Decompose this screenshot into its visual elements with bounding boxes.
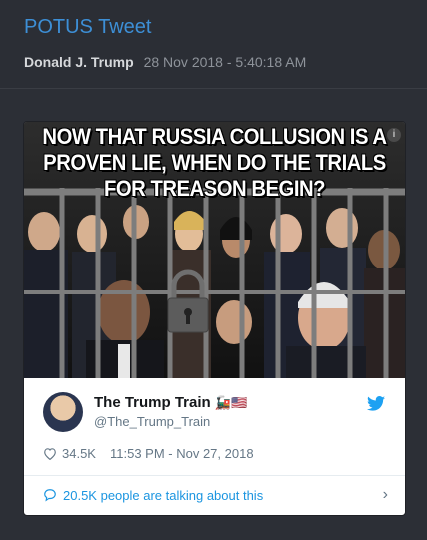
avatar[interactable] xyxy=(43,392,83,432)
twitter-bird-icon[interactable] xyxy=(367,396,385,411)
meme-headline: NOW THAT RUSSIA COLLUSION IS A PROVEN LI… xyxy=(42,124,387,201)
tweet-image[interactable]: NOW THAT RUSSIA COLLUSION IS A PROVEN LI… xyxy=(24,122,405,378)
tweet-embed-body: The Trump Train 🚂🇺🇸 @The_Trump_Train 34.… xyxy=(24,378,405,515)
author-name[interactable]: Donald J. Trump xyxy=(24,54,134,70)
embedded-tweet-card[interactable]: NOW THAT RUSSIA COLLUSION IS A PROVEN LI… xyxy=(23,121,406,516)
tweet-timestamp: 28 Nov 2018 - 5:40:18 AM xyxy=(143,54,307,70)
page-title: POTUS Tweet xyxy=(24,16,152,38)
tweet-author-name[interactable]: The Trump Train 🚂🇺🇸 xyxy=(94,394,247,411)
tweet-posted-time[interactable]: 11:53 PM - Nov 27, 2018 xyxy=(110,446,254,461)
tweet-author-handle[interactable]: @The_Trump_Train xyxy=(94,414,210,429)
name-emoji: 🚂🇺🇸 xyxy=(214,395,248,410)
display-name: The Trump Train xyxy=(94,394,211,411)
info-icon[interactable]: i xyxy=(387,128,401,142)
tweet-meta: Donald J. Trump 28 Nov 2018 - 5:40:18 AM xyxy=(24,54,306,70)
chevron-right-icon: › xyxy=(382,486,388,503)
heart-icon[interactable] xyxy=(43,447,57,460)
talking-text: 20.5K people are talking about this xyxy=(63,487,264,503)
speech-bubble-icon xyxy=(44,489,56,502)
like-count[interactable]: 34.5K xyxy=(62,446,96,461)
tweet-stats: 34.5K 11:53 PM - Nov 27, 2018 xyxy=(43,446,254,461)
tweet-header: POTUS Tweet Donald J. Trump 28 Nov 2018 … xyxy=(0,0,427,89)
divider xyxy=(24,475,405,476)
conversation-link[interactable]: 20.5K people are talking about this › xyxy=(43,485,388,505)
